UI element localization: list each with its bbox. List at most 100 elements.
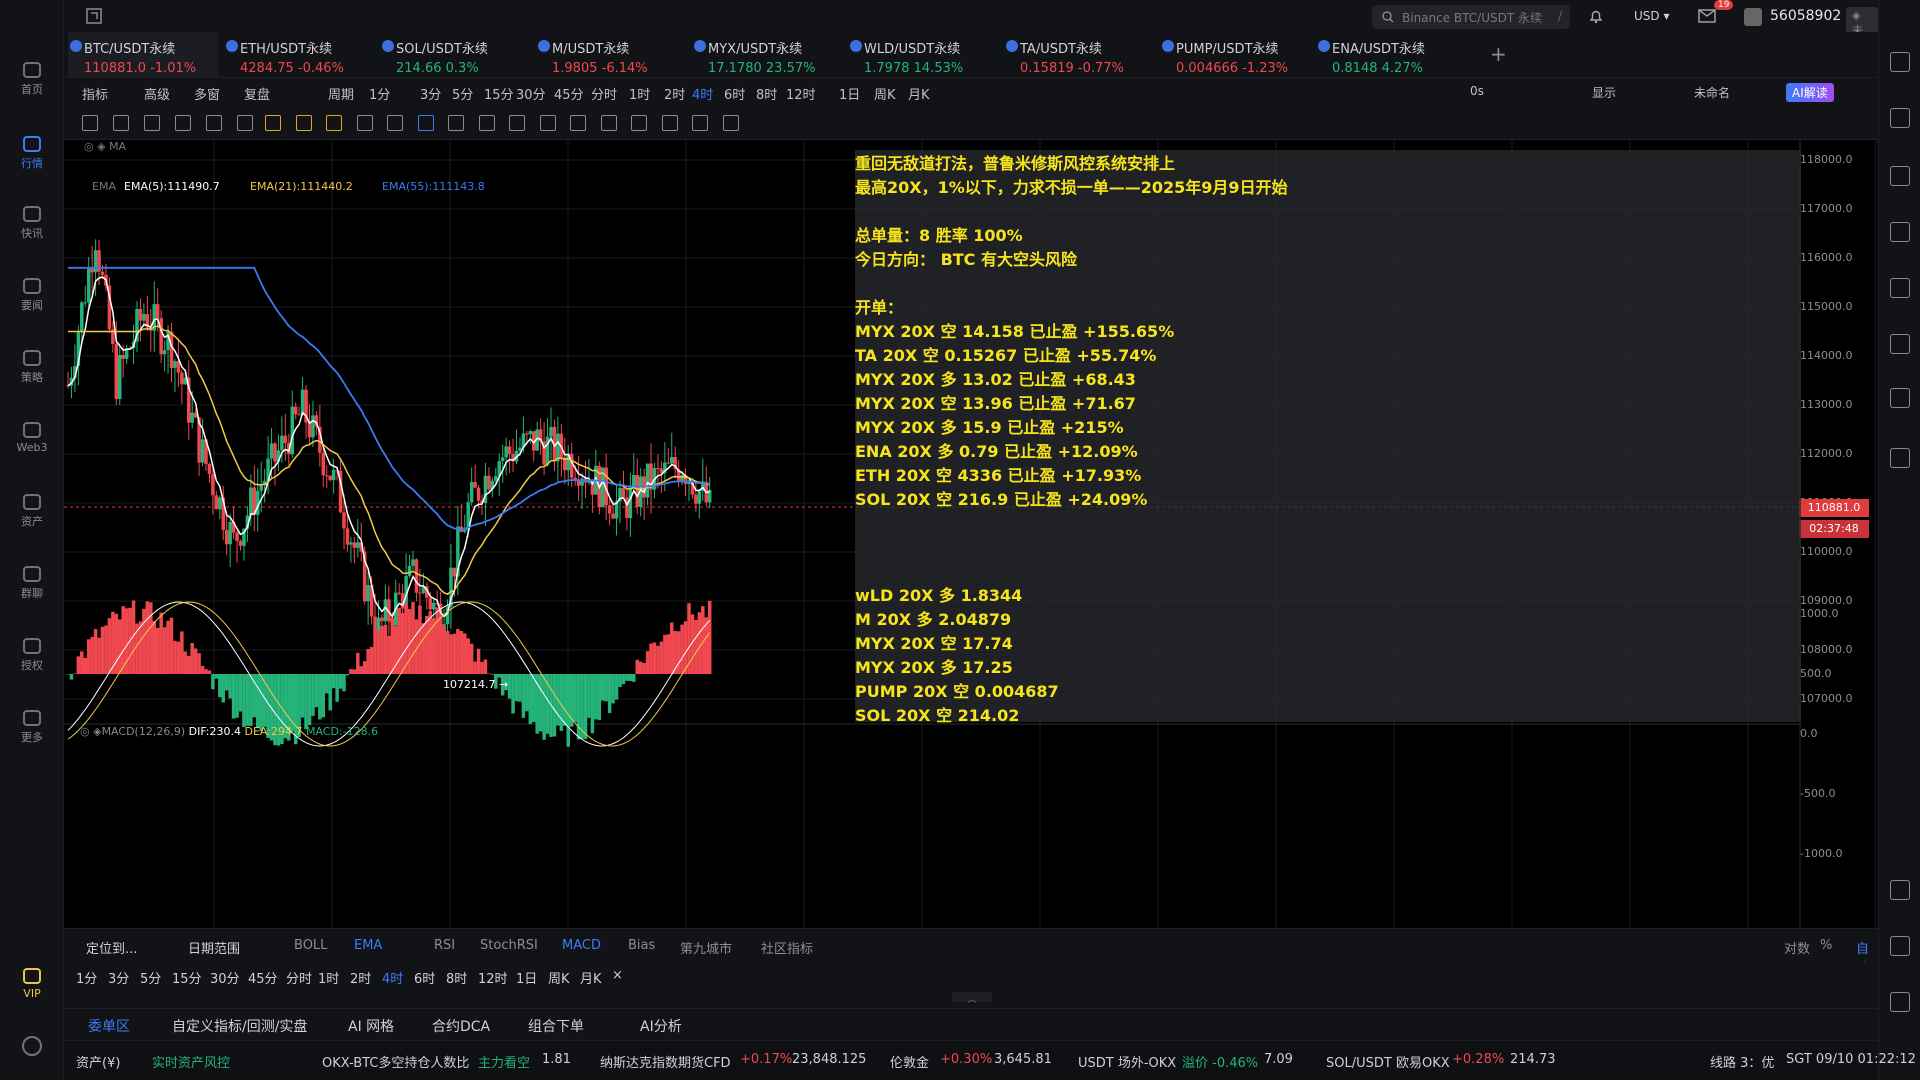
pen-icon[interactable] — [448, 115, 464, 131]
toolbar-item[interactable]: 3分 — [420, 84, 441, 103]
toolbar-item[interactable]: 指标 — [82, 84, 108, 103]
right-tool-icon[interactable] — [1890, 936, 1910, 956]
period-item[interactable]: 月K — [580, 968, 602, 987]
scale-option[interactable]: 对数 — [1784, 938, 1810, 957]
magnet-icon[interactable] — [600, 115, 617, 131]
toolbar-item[interactable]: 30分 — [516, 84, 546, 103]
sidebar-item-3[interactable]: 要闻 — [0, 278, 64, 313]
indicator-item[interactable]: Bias — [628, 938, 655, 953]
sidebar-item-2[interactable]: 快讯 — [0, 206, 64, 241]
big-icon[interactable] — [295, 115, 312, 131]
right-tool-icon[interactable] — [1890, 448, 1910, 468]
sidebar-item-8[interactable]: 授权 — [0, 638, 64, 673]
right-tool-icon[interactable] — [1890, 108, 1910, 128]
toolbar-item[interactable]: 月K — [908, 84, 930, 103]
period-item[interactable]: 分时 — [286, 968, 312, 987]
lock-icon[interactable] — [539, 115, 556, 131]
toolbar-item[interactable]: 4时 — [692, 84, 713, 103]
panel-tab[interactable]: AI 网格 — [348, 1016, 394, 1036]
more-icon[interactable] — [237, 115, 253, 131]
toolbar-right-item[interactable]: 显示 — [1592, 84, 1616, 101]
symbol-tab[interactable]: MYX/USDT永续 17.1780 23.57% — [692, 32, 842, 78]
symbol-tab[interactable]: ETH/USDT永续 4284.75 -0.46% — [224, 32, 374, 78]
sidebar-item-5[interactable]: Web3 — [0, 422, 64, 454]
symbol-tab[interactable]: M/USDT永续 1.9805 -6.14% — [536, 32, 686, 78]
trendline-icon[interactable] — [144, 115, 160, 131]
toolbar-item[interactable]: 5分 — [452, 84, 473, 103]
sidebar-item-10[interactable]: VIP — [0, 968, 64, 1000]
period-item[interactable]: 2时 — [350, 968, 371, 987]
right-tool-icon[interactable] — [1890, 166, 1910, 186]
period-item[interactable]: 1分 — [76, 968, 97, 987]
toolbar-right-item[interactable]: 0s — [1470, 84, 1484, 98]
panel-tab[interactable]: 自定义指标/回测/实盘 — [172, 1016, 307, 1036]
sidebar-item-1[interactable]: 行情 — [0, 136, 64, 171]
period-item[interactable]: 5分 — [140, 968, 161, 987]
toolbar-item[interactable]: 8时 — [756, 84, 777, 103]
channel-icon[interactable] — [175, 115, 191, 131]
collapse-handle[interactable]: ︿ — [952, 992, 992, 1005]
indicator-item[interactable]: 日期范围 — [188, 938, 240, 957]
search-input[interactable]: Binance BTC/USDT 永续 / — [1372, 5, 1570, 29]
sidebar-item-0[interactable]: 首页 — [0, 62, 64, 97]
period-item[interactable]: 8时 — [446, 968, 467, 987]
bars-icon[interactable] — [509, 115, 525, 131]
window-icon[interactable] — [86, 8, 102, 24]
sidebar-item-9[interactable]: 更多 — [0, 710, 64, 745]
right-tool-icon[interactable] — [1890, 388, 1910, 408]
indicator-item[interactable]: MACD — [562, 938, 601, 953]
panel-tab[interactable]: 委单区 — [88, 1016, 130, 1042]
parallel-icon[interactable] — [206, 115, 222, 131]
settings-icon[interactable] — [22, 1036, 42, 1056]
copy-icon[interactable] — [417, 115, 434, 131]
period-item[interactable]: 15分 — [172, 968, 202, 987]
hline-icon[interactable] — [113, 115, 129, 131]
toolbar-item[interactable]: 1分 — [369, 84, 390, 103]
sidebar-item-4[interactable]: 策略 — [0, 350, 64, 385]
bell-icon[interactable] — [1588, 8, 1604, 24]
indicator-item[interactable]: BOLL — [294, 938, 327, 953]
indicator-item[interactable]: RSI — [434, 938, 455, 953]
symbol-tab[interactable]: SOL/USDT永续 214.66 0.3% — [380, 32, 530, 78]
rect-icon[interactable] — [82, 115, 98, 131]
toolbar-item[interactable]: 12时 — [786, 84, 816, 103]
panel-tab[interactable]: AI分析 — [640, 1016, 682, 1036]
filter-icon[interactable] — [631, 115, 647, 131]
period-item[interactable]: 4时 — [382, 968, 403, 987]
trash-icon[interactable] — [661, 115, 678, 131]
toolbar-item[interactable]: 高级 — [144, 84, 170, 103]
symbol-tab[interactable]: ENA/USDT永续 0.8148 4.27% — [1316, 32, 1466, 78]
measure-icon[interactable] — [356, 115, 373, 131]
mail-icon[interactable] — [1698, 9, 1716, 23]
sidebar-item-6[interactable]: 资产 — [0, 494, 64, 529]
scale-option[interactable]: % — [1820, 938, 1832, 953]
add-tab-button[interactable]: + — [1490, 42, 1507, 66]
toolbar-item[interactable]: 复盘 — [244, 84, 270, 103]
right-tool-icon[interactable] — [1890, 278, 1910, 298]
symbol-tab[interactable]: BTC/USDT永续 110881.0 -1.01% — [68, 32, 218, 78]
undo-icon[interactable] — [692, 115, 708, 131]
period-item[interactable]: 1日 — [516, 968, 537, 987]
right-tool-icon[interactable] — [1890, 222, 1910, 242]
toolbar-item[interactable]: 分时 — [591, 84, 617, 103]
template-icon[interactable] — [570, 115, 586, 131]
toolbar-item[interactable]: 45分 — [554, 84, 584, 103]
right-tool-icon[interactable] — [1890, 880, 1910, 900]
right-tool-icon[interactable] — [1890, 334, 1910, 354]
main-icon[interactable] — [265, 115, 281, 131]
panel-tab[interactable]: 组合下单 — [528, 1016, 584, 1036]
ruler-icon[interactable] — [387, 115, 403, 131]
symbol-tab[interactable]: PUMP/USDT永续 0.004666 -1.23% — [1160, 32, 1310, 78]
status-risk[interactable]: 实时资产风控 — [152, 1052, 230, 1071]
period-item[interactable]: × — [612, 968, 623, 983]
period-item[interactable]: 30分 — [210, 968, 240, 987]
symbol-tab[interactable]: WLD/USDT永续 1.7978 14.53% — [848, 32, 998, 78]
toolbar-item[interactable]: 15分 — [484, 84, 514, 103]
toolbar-item[interactable]: 周期 — [328, 84, 354, 103]
currency-select[interactable]: USD ▾ — [1634, 9, 1669, 23]
avatar[interactable] — [1744, 8, 1762, 26]
period-item[interactable]: 12时 — [478, 968, 508, 987]
period-item[interactable]: 1时 — [318, 968, 339, 987]
panel-tab[interactable]: 合约DCA — [432, 1016, 490, 1036]
user-id[interactable]: 56058902 — [1770, 8, 1841, 24]
